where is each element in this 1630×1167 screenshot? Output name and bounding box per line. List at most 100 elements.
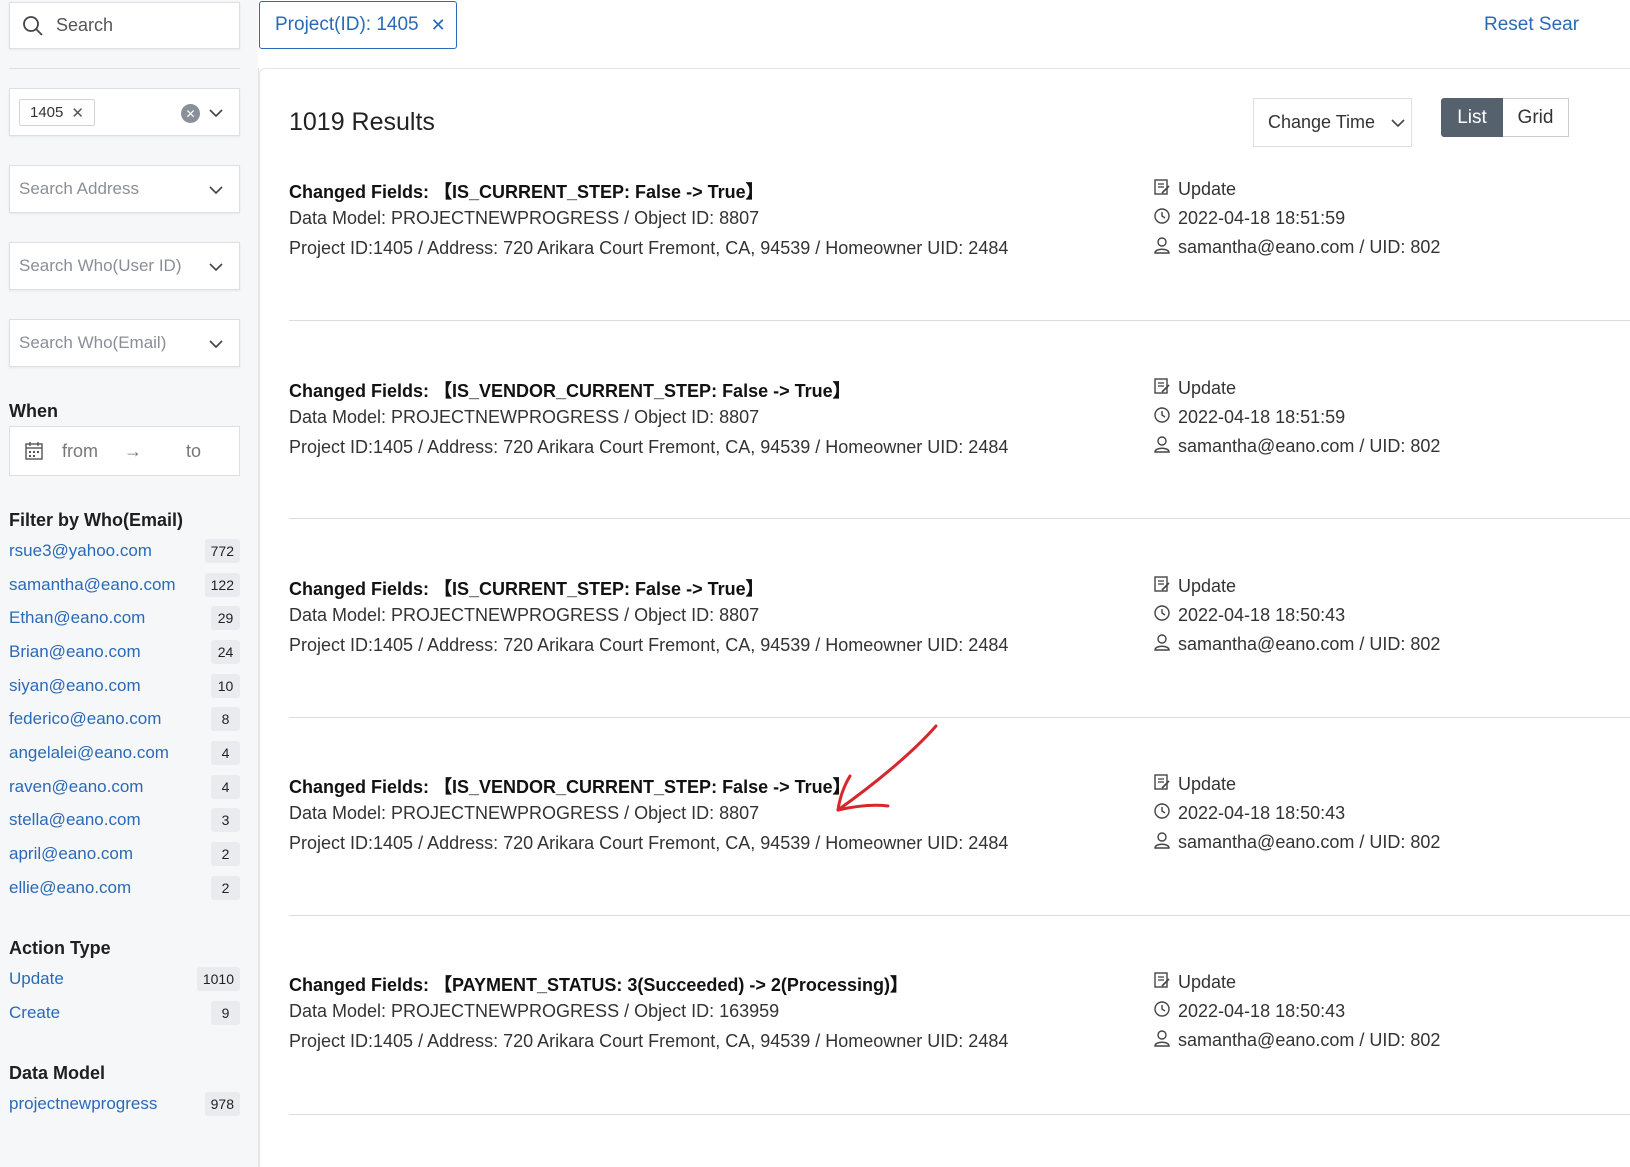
project-line: Project ID:1405 / Address: 720 Arikara C… bbox=[289, 833, 1009, 853]
edit-doc-icon bbox=[1153, 971, 1171, 994]
edit-doc-icon bbox=[1153, 377, 1171, 400]
changed-fields: Changed Fields: 【IS_CURRENT_STEP: False … bbox=[289, 182, 764, 202]
result-divider bbox=[289, 518, 1630, 519]
facet-count: 122 bbox=[204, 573, 240, 597]
facet-item-email[interactable]: siyan@eano.com 10 bbox=[9, 674, 240, 698]
facet-item-email[interactable]: april@eano.com 2 bbox=[9, 842, 240, 866]
user-meta: samantha@eano.com / UID: 802 bbox=[1153, 633, 1440, 656]
time-meta: 2022-04-18 18:50:43 bbox=[1153, 604, 1345, 627]
data-model-line: Data Model: PROJECTNEWPROGRESS / Object … bbox=[289, 1001, 780, 1021]
grid-view-button[interactable]: Grid bbox=[1503, 98, 1569, 137]
clock-icon bbox=[1153, 1000, 1171, 1023]
date-arrow: → bbox=[124, 440, 142, 461]
who-user-select[interactable]: Search Who(User ID) bbox=[9, 242, 240, 290]
facet-item-email[interactable]: Ethan@eano.com 29 bbox=[9, 606, 240, 630]
project-line: Project ID:1405 / Address: 720 Arikara C… bbox=[289, 238, 1009, 258]
list-view-button[interactable]: List bbox=[1441, 98, 1503, 137]
user-meta: samantha@eano.com / UID: 802 bbox=[1153, 1029, 1440, 1052]
result-divider bbox=[289, 320, 1630, 321]
user-icon bbox=[1153, 831, 1171, 854]
facet-item-email[interactable]: rsue3@yahoo.com 772 bbox=[9, 539, 240, 563]
user-meta: samantha@eano.com / UID: 802 bbox=[1153, 831, 1440, 854]
facet-label[interactable]: Ethan@eano.com bbox=[9, 608, 145, 628]
close-icon[interactable]: ✕ bbox=[431, 15, 446, 36]
facet-label[interactable]: april@eano.com bbox=[9, 844, 133, 864]
facet-label[interactable]: federico@eano.com bbox=[9, 709, 161, 729]
user-icon bbox=[1153, 435, 1171, 458]
date-from-input[interactable]: from bbox=[62, 441, 98, 462]
facet-item-update[interactable]: Update 1010 bbox=[9, 967, 240, 991]
facet-label[interactable]: Brian@eano.com bbox=[9, 642, 141, 662]
facet-item-email[interactable]: angelalei@eano.com 4 bbox=[9, 741, 240, 765]
clock-icon bbox=[1153, 406, 1171, 429]
search-input[interactable]: Search bbox=[9, 2, 240, 49]
chevron-down-icon bbox=[209, 340, 223, 349]
clock-icon bbox=[1153, 207, 1171, 230]
change-time: 2022-04-18 18:50:43 bbox=[1178, 1001, 1346, 1021]
user-icon bbox=[1153, 633, 1171, 656]
facet-count: 2 bbox=[211, 876, 240, 900]
facet-item-email[interactable]: raven@eano.com 4 bbox=[9, 775, 240, 799]
action-meta: Update bbox=[1153, 773, 1236, 796]
facet-label[interactable]: stella@eano.com bbox=[9, 810, 141, 830]
facet-label[interactable]: siyan@eano.com bbox=[9, 676, 141, 696]
date-to-input[interactable]: to bbox=[186, 441, 201, 462]
sidebar-divider bbox=[9, 68, 240, 69]
time-meta: 2022-04-18 18:51:59 bbox=[1153, 406, 1345, 429]
facet-label[interactable]: projectnewprogress bbox=[9, 1094, 157, 1114]
facet-item-projectnewprogress[interactable]: projectnewprogress 978 bbox=[9, 1092, 240, 1116]
facet-label[interactable]: samantha@eano.com bbox=[9, 575, 176, 595]
facet-count: 4 bbox=[211, 775, 240, 799]
facet-item-email[interactable]: ellie@eano.com 2 bbox=[9, 876, 240, 900]
action-label: Update bbox=[1178, 378, 1237, 398]
edit-doc-icon bbox=[1153, 178, 1171, 201]
time-meta: 2022-04-18 18:50:43 bbox=[1153, 1000, 1345, 1023]
action-meta: Update bbox=[1153, 575, 1236, 598]
facet-label[interactable]: raven@eano.com bbox=[9, 777, 143, 797]
user-label: samantha@eano.com / UID: 802 bbox=[1178, 1030, 1441, 1050]
who-email-placeholder: Search Who(Email) bbox=[19, 333, 167, 352]
who-email-select[interactable]: Search Who(Email) bbox=[9, 319, 240, 367]
changed-fields: Changed Fields: 【IS_VENDOR_CURRENT_STEP:… bbox=[289, 381, 851, 401]
data-model-line: Data Model: PROJECTNEWPROGRESS / Object … bbox=[289, 407, 760, 427]
facet-label[interactable]: Update bbox=[9, 969, 64, 989]
action-meta: Update bbox=[1153, 971, 1236, 994]
facet-item-email[interactable]: federico@eano.com 8 bbox=[9, 707, 240, 731]
active-filter-label: Project(ID): 1405 bbox=[275, 14, 419, 35]
facet-label[interactable]: angelalei@eano.com bbox=[9, 743, 169, 763]
project-line: Project ID:1405 / Address: 720 Arikara C… bbox=[289, 1031, 1009, 1051]
sort-select[interactable]: Change Time bbox=[1253, 98, 1412, 147]
action-meta: Update bbox=[1153, 377, 1236, 400]
changed-fields: Changed Fields: 【PAYMENT_STATUS: 3(Succe… bbox=[289, 975, 908, 995]
tag-remove-icon[interactable]: ✕ bbox=[71, 104, 84, 122]
facet-label[interactable]: ellie@eano.com bbox=[9, 878, 131, 898]
time-meta: 2022-04-18 18:50:43 bbox=[1153, 802, 1345, 825]
change-time: 2022-04-18 18:50:43 bbox=[1178, 803, 1346, 823]
facet-item-email[interactable]: Brian@eano.com 24 bbox=[9, 640, 240, 664]
action-type-title: Action Type bbox=[9, 938, 111, 958]
chevron-down-icon[interactable] bbox=[209, 106, 223, 120]
project-tag: 1405 ✕ bbox=[19, 99, 95, 126]
clear-icon[interactable]: ✕ bbox=[181, 104, 200, 123]
facet-count: 10 bbox=[211, 674, 240, 698]
date-range-picker[interactable]: from → to bbox=[9, 426, 240, 476]
facet-label[interactable]: rsue3@yahoo.com bbox=[9, 541, 152, 561]
facet-item-email[interactable]: stella@eano.com 3 bbox=[9, 808, 240, 832]
email-filter-title: Filter by Who(Email) bbox=[9, 510, 184, 530]
search-icon bbox=[23, 15, 43, 36]
facet-label[interactable]: Create bbox=[9, 1003, 60, 1023]
project-tag-label: 1405 bbox=[30, 104, 64, 121]
reset-search-link[interactable]: Reset Sear bbox=[1484, 14, 1579, 36]
project-id-select[interactable]: 1405 ✕ ✕ bbox=[9, 88, 240, 136]
time-meta: 2022-04-18 18:51:59 bbox=[1153, 207, 1345, 230]
search-placeholder: Search bbox=[56, 15, 114, 35]
facet-item-email[interactable]: samantha@eano.com 122 bbox=[9, 573, 240, 597]
active-filter-chip[interactable]: Project(ID): 1405 ✕ bbox=[259, 1, 457, 49]
user-label: samantha@eano.com / UID: 802 bbox=[1178, 237, 1441, 257]
facet-item-create[interactable]: Create 9 bbox=[9, 1001, 240, 1025]
result-divider bbox=[289, 1114, 1630, 1115]
address-select[interactable]: Search Address bbox=[9, 165, 240, 213]
change-time: 2022-04-18 18:51:59 bbox=[1178, 208, 1346, 228]
annotation-arrow-icon bbox=[836, 724, 938, 812]
chevron-down-icon bbox=[209, 263, 223, 272]
